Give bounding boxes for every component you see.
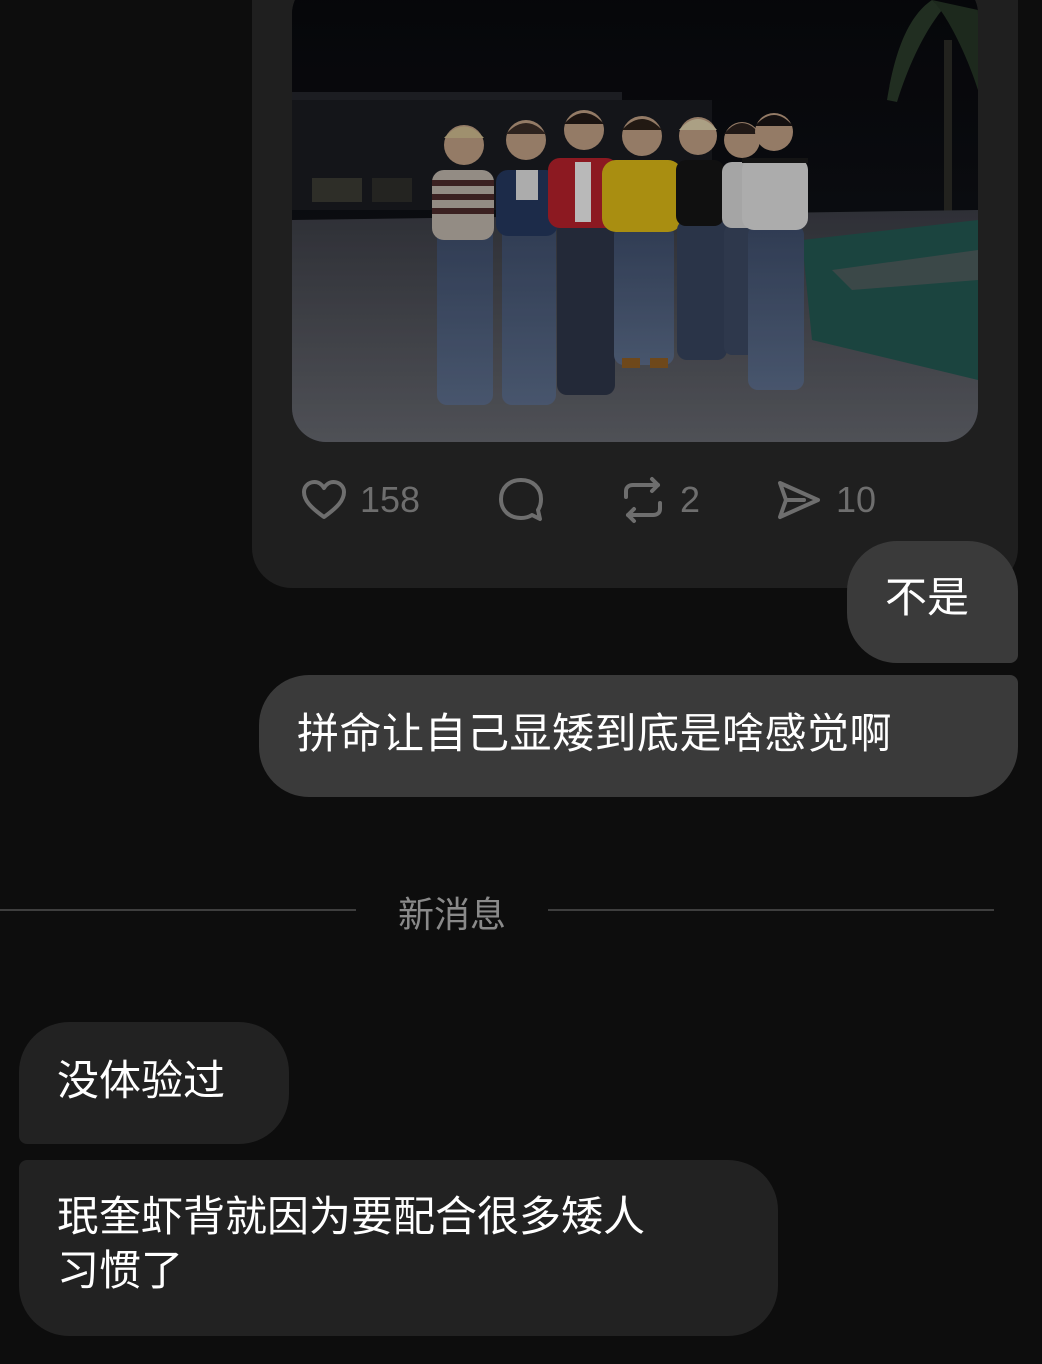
share-button[interactable]: 10 [774,470,876,530]
outgoing-message[interactable]: 不是 [847,541,1018,663]
message-text-line: 珉奎虾背就因为要配合很多矮人 [57,1192,646,1241]
like-button[interactable]: 158 [300,470,420,530]
message-text: 不是 [885,573,970,622]
divider-line [0,909,356,911]
message-text-line: 习惯了 [57,1246,184,1295]
like-count: 158 [360,479,421,520]
share-count: 10 [836,479,877,520]
comment-button[interactable] [496,470,546,530]
incoming-message[interactable]: 珉奎虾背就因为要配合很多矮人 习惯了 [19,1160,778,1336]
heart-icon [300,476,348,524]
post-actions-bar: 158 2 10 [300,470,940,530]
repost-arrows-icon [618,475,668,525]
post-photo[interactable] [292,0,978,442]
incoming-message[interactable]: 没体验过 [19,1022,289,1144]
send-paper-plane-icon [774,475,824,525]
new-messages-label: 新消息 [397,895,506,936]
message-text: 没体验过 [57,1056,226,1105]
comment-bubble-icon [496,475,546,525]
repost-count: 2 [680,479,701,520]
message-text: 拼命让自己显矮到底是啥感觉啊 [297,709,893,758]
divider-line [548,909,994,911]
repost-button[interactable]: 2 [618,470,700,530]
outgoing-message[interactable]: 拼命让自己显矮到底是啥感觉啊 [259,675,1018,797]
new-messages-divider: 新消息 [0,880,1042,940]
